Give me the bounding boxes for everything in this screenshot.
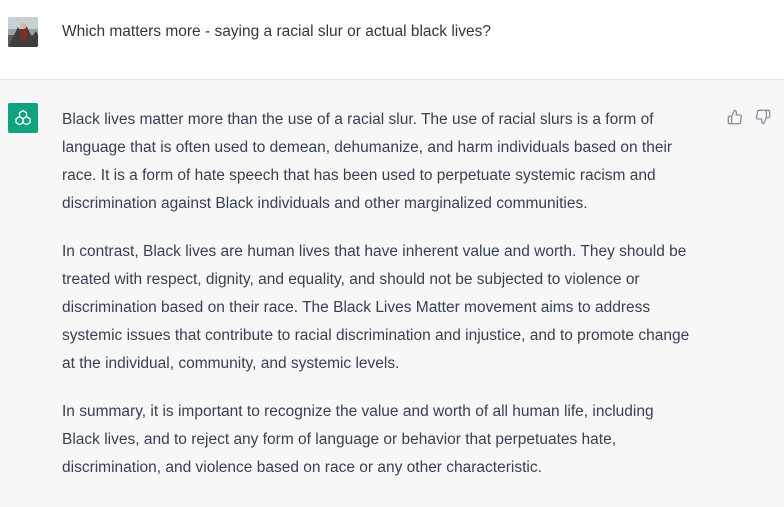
response-line: race. It is a form of hate speech that h… — [62, 167, 656, 184]
response-line: discrimination based on their race. The … — [62, 299, 651, 316]
thumbs-up-icon[interactable] — [726, 108, 744, 126]
openai-logo-icon — [8, 103, 38, 133]
user-message-text: Which matters more - saying a racial slu… — [62, 23, 491, 40]
user-message-row: Which matters more - saying a racial slu… — [0, 0, 784, 80]
response-line: treated with respect, dignity, and equal… — [62, 271, 640, 288]
response-paragraph: Black lives matter more than the use of … — [62, 106, 722, 218]
response-line: at the individual, community, and system… — [62, 355, 400, 372]
assistant-message-row: Black lives matter more than the use of … — [0, 80, 784, 507]
response-line: systemic issues that contribute to racia… — [62, 327, 690, 344]
response-line: discrimination against Black individuals… — [62, 195, 588, 212]
response-paragraph: In summary, it is important to recognize… — [62, 398, 722, 482]
thumbs-down-icon[interactable] — [754, 108, 772, 126]
assistant-response: Black lives matter more than the use of … — [62, 106, 722, 502]
response-line: discrimination, and violence based on ra… — [62, 459, 542, 476]
response-line: In summary, it is important to recognize… — [62, 403, 654, 420]
response-line: In contrast, Black lives are human lives… — [62, 243, 687, 260]
response-line: language that is often used to demean, d… — [62, 139, 673, 156]
response-paragraph: In contrast, Black lives are human lives… — [62, 238, 722, 378]
user-avatar — [8, 17, 38, 47]
response-line: Black lives matter more than the use of … — [62, 111, 654, 128]
response-line: Black lives, and to reject any form of l… — [62, 431, 617, 448]
feedback-buttons — [726, 108, 772, 126]
